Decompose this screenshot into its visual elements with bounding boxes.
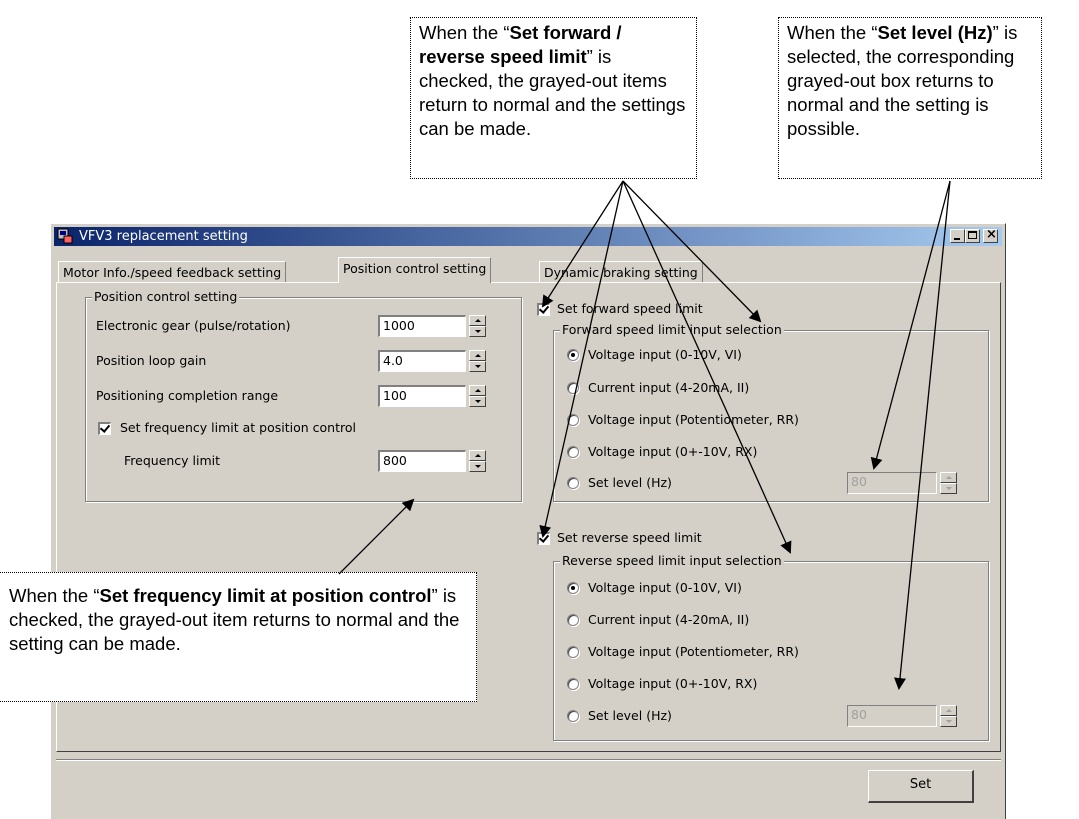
- freq-limit-checkbox[interactable]: [98, 422, 111, 435]
- forward-level-spinner[interactable]: [940, 472, 957, 494]
- replacement-setting-window: VFV3 replacement setting × Motor Info./s…: [50, 223, 1006, 819]
- spin-down-icon[interactable]: [940, 483, 957, 494]
- callout-set-level: When the “Set level (Hz)” is selected, t…: [778, 17, 1042, 179]
- close-icon: ×: [986, 227, 997, 242]
- spin-down-icon[interactable]: [469, 361, 486, 372]
- forward-option-rx-label: Voltage input (0+-10V, RX): [588, 444, 758, 459]
- callout-set-level-pre: When the “: [787, 22, 878, 43]
- reverse-limit-checkbox[interactable]: [537, 532, 550, 545]
- spin-down-icon[interactable]: [469, 396, 486, 407]
- loop-gain-label: Position loop gain: [96, 353, 207, 368]
- forward-option-ii-label: Current input (4-20mA, II): [588, 380, 750, 395]
- freq-limit-spinner[interactable]: [469, 450, 486, 472]
- reverse-option-level-radio[interactable]: [567, 710, 579, 722]
- forward-option-ii-radio[interactable]: [567, 382, 579, 394]
- reverse-selection-title: Reverse speed limit input selection: [560, 553, 784, 569]
- spin-down-icon[interactable]: [469, 326, 486, 337]
- forward-limit-checkbox[interactable]: [537, 303, 550, 316]
- completion-range-label: Positioning completion range: [96, 388, 279, 403]
- close-button[interactable]: ×: [983, 227, 998, 243]
- callout-freq-limit: When the “Set frequency limit at positio…: [0, 572, 477, 702]
- loop-gain-input[interactable]: 4.0: [378, 350, 466, 372]
- reverse-option-rr-label: Voltage input (Potentiometer, RR): [588, 644, 799, 659]
- position-control-group: Position control setting Electronic gear…: [85, 289, 522, 502]
- electronic-gear-spinner[interactable]: [469, 315, 486, 337]
- spin-up-icon[interactable]: [940, 705, 957, 716]
- completion-range-spinner[interactable]: [469, 385, 486, 407]
- reverse-level-input[interactable]: 80: [847, 705, 937, 727]
- reverse-option-ii-label: Current input (4-20mA, II): [588, 612, 750, 627]
- freq-limit-check-label: Set frequency limit at position control: [120, 420, 356, 435]
- spin-up-icon[interactable]: [940, 472, 957, 483]
- spin-up-icon[interactable]: [469, 450, 486, 461]
- reverse-option-ii-radio[interactable]: [567, 614, 579, 626]
- forward-level-input[interactable]: 80: [847, 472, 937, 494]
- tab-dynamic-braking[interactable]: Dynamic braking setting: [539, 261, 703, 282]
- electronic-gear-label: Electronic gear (pulse/rotation): [96, 318, 291, 333]
- callout-set-level-bold: Set level (Hz): [877, 22, 993, 43]
- loop-gain-spinner[interactable]: [469, 350, 486, 372]
- spin-down-icon[interactable]: [940, 716, 957, 727]
- minimize-icon: [954, 238, 960, 240]
- spin-up-icon[interactable]: [469, 315, 486, 326]
- spin-down-icon[interactable]: [469, 461, 486, 472]
- tab-dynamic-braking-label: Dynamic braking setting: [544, 265, 698, 280]
- minimize-button[interactable]: [950, 229, 965, 243]
- forward-selection-group: Forward speed limit input selection Volt…: [553, 322, 989, 502]
- completion-range-input[interactable]: 100: [378, 385, 466, 407]
- tab-position-control[interactable]: Position control setting: [338, 257, 492, 283]
- reverse-option-rr-radio[interactable]: [567, 646, 579, 658]
- window-title: VFV3 replacement setting: [79, 229, 248, 244]
- reverse-option-rx-label: Voltage input (0+-10V, RX): [588, 676, 758, 691]
- title-bar[interactable]: VFV3 replacement setting ×: [54, 227, 1002, 246]
- forward-option-vi-radio[interactable]: [567, 349, 579, 361]
- electronic-gear-input[interactable]: 1000: [378, 315, 466, 337]
- callout-speed-limit-pre: When the “: [419, 22, 510, 43]
- freq-limit-label: Frequency limit: [124, 453, 221, 468]
- tab-position-control-label: Position control setting: [343, 261, 487, 276]
- forward-option-vi-label: Voltage input (0-10V, VI): [588, 347, 742, 362]
- tab-motor-info-label: Motor Info./speed feedback setting: [63, 265, 282, 280]
- maximize-icon: [968, 231, 977, 239]
- forward-option-level-label: Set level (Hz): [588, 475, 672, 490]
- spin-up-icon[interactable]: [469, 385, 486, 396]
- forward-option-rx-radio[interactable]: [567, 446, 579, 458]
- reverse-option-level-label: Set level (Hz): [588, 708, 672, 723]
- forward-selection-title: Forward speed limit input selection: [560, 322, 784, 338]
- set-button[interactable]: Set: [868, 770, 974, 803]
- reverse-limit-label: Set reverse speed limit: [557, 530, 702, 545]
- spin-up-icon[interactable]: [469, 350, 486, 361]
- callout-freq-limit-pre: When the “: [9, 585, 100, 606]
- callout-speed-limit: When the “Set forward / reverse speed li…: [410, 17, 697, 179]
- position-control-group-title: Position control setting: [92, 289, 240, 305]
- reverse-option-vi-label: Voltage input (0-10V, VI): [588, 580, 742, 595]
- forward-option-rr-label: Voltage input (Potentiometer, RR): [588, 412, 799, 427]
- reverse-level-spinner[interactable]: [940, 705, 957, 727]
- callout-freq-limit-bold: Set frequency limit at position control: [99, 585, 432, 606]
- app-icon: [57, 228, 73, 244]
- maximize-button[interactable]: [965, 229, 980, 243]
- reverse-option-vi-radio[interactable]: [567, 582, 579, 594]
- forward-limit-label: Set forward speed limit: [557, 301, 703, 316]
- tab-motor-info[interactable]: Motor Info./speed feedback setting: [58, 261, 287, 282]
- forward-option-rr-radio[interactable]: [567, 414, 579, 426]
- forward-option-level-radio[interactable]: [567, 477, 579, 489]
- reverse-selection-group: Reverse speed limit input selection Volt…: [553, 553, 989, 741]
- bottom-separator: [56, 759, 1001, 761]
- freq-limit-input[interactable]: 800: [378, 450, 466, 472]
- reverse-option-rx-radio[interactable]: [567, 678, 579, 690]
